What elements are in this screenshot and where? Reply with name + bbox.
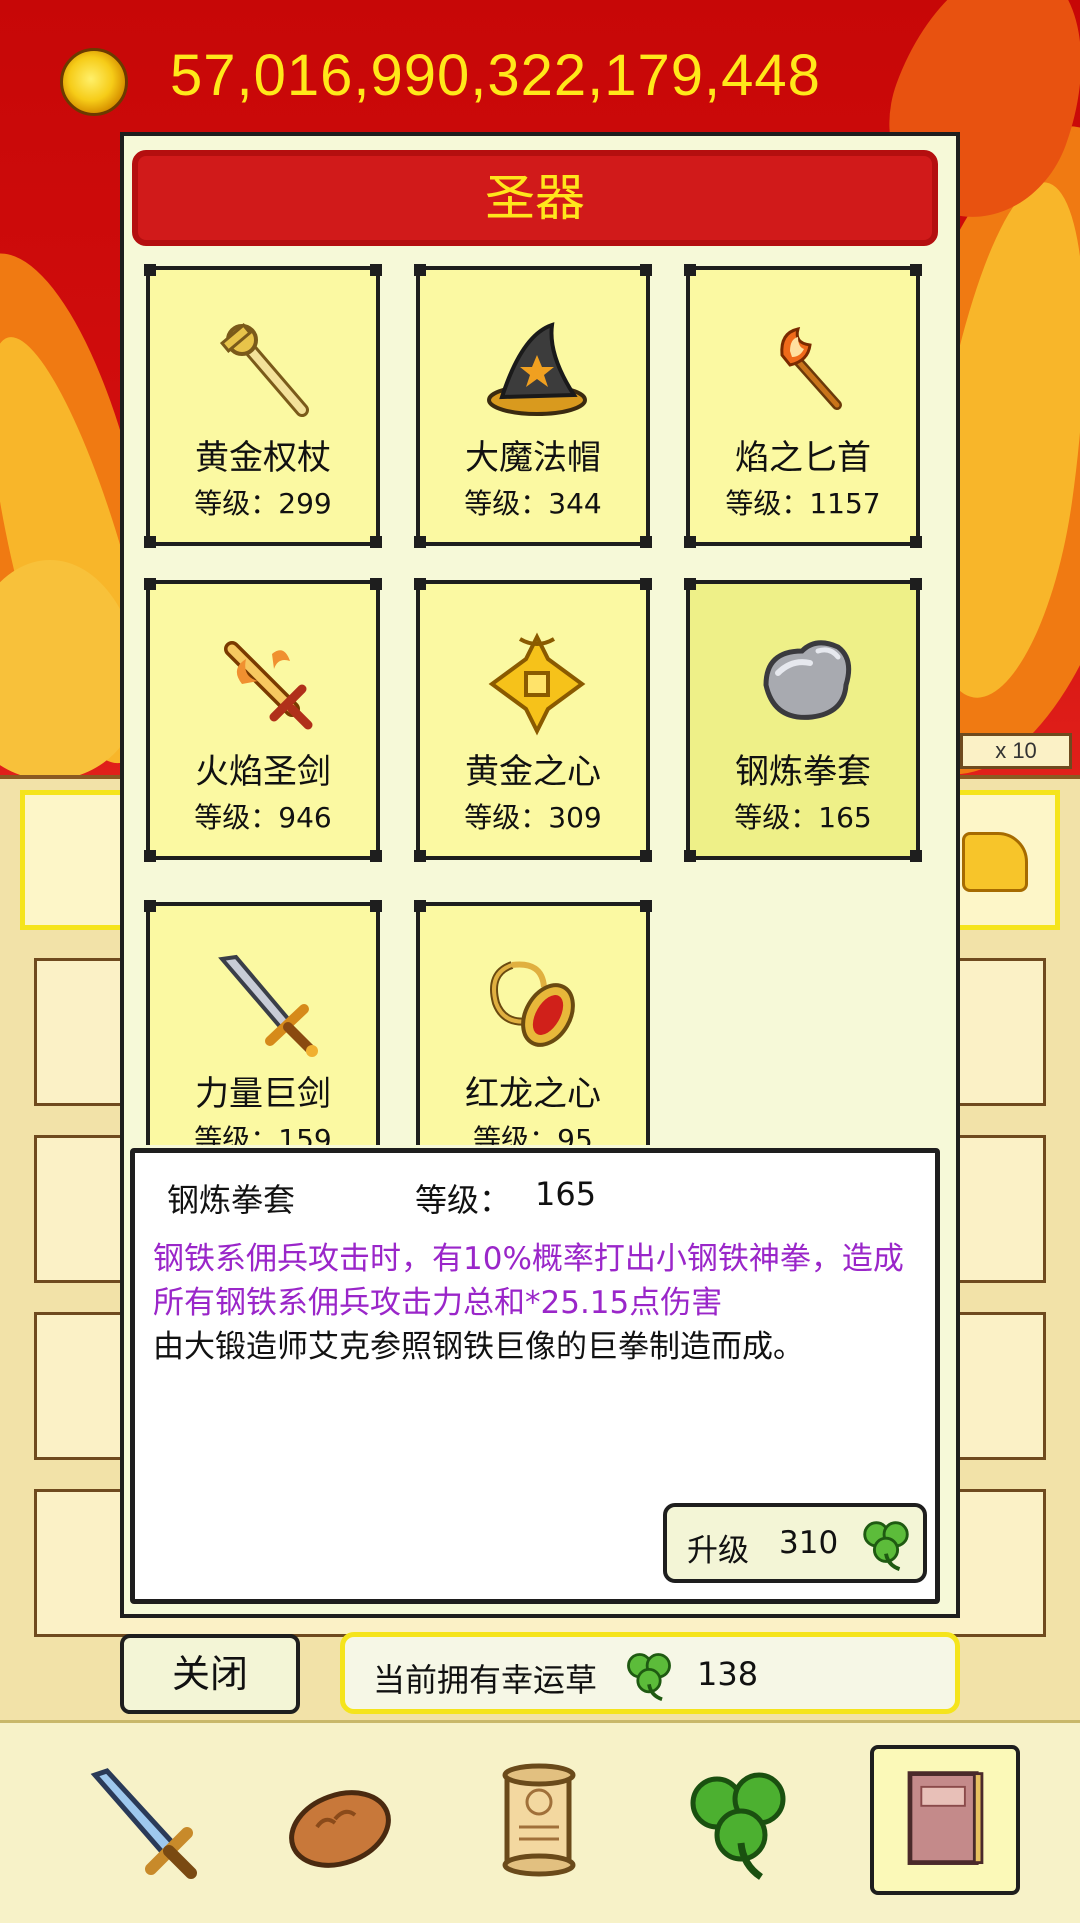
artifact-card[interactable]: 黄金之心 等级：309 bbox=[414, 578, 652, 862]
card-corner-stud bbox=[414, 264, 426, 276]
artifact-name: 黄金权杖 bbox=[195, 438, 331, 478]
artifact-card[interactable]: 火焰圣剑 等级：946 bbox=[144, 578, 382, 862]
upgrade-cost: 310 bbox=[779, 1525, 839, 1561]
artifact-card-selected[interactable]: 钢炼拳套 等级：165 bbox=[684, 578, 922, 862]
card-corner-stud bbox=[684, 578, 696, 590]
artifact-card[interactable]: 红龙之心 等级：95 bbox=[414, 900, 652, 1145]
power-greatsword-icon bbox=[218, 954, 318, 1057]
clover-count: 138 bbox=[697, 1655, 759, 1693]
card-corner-stud bbox=[144, 850, 156, 862]
golden-scepter-icon bbox=[219, 323, 309, 417]
golden-heart-icon bbox=[488, 632, 586, 736]
artifact-name: 红龙之心 bbox=[465, 1074, 601, 1114]
card-corner-stud bbox=[370, 536, 382, 548]
clover-icon bbox=[627, 1653, 671, 1702]
card-corner-stud bbox=[370, 264, 382, 276]
artifact-level: 等级：946 bbox=[194, 801, 332, 834]
clover-balance: 当前拥有幸运草 138 bbox=[340, 1632, 960, 1714]
artifact-card[interactable]: 焰之匕首 等级：1157 bbox=[684, 264, 922, 548]
red-dragon-heart-icon bbox=[490, 961, 575, 1047]
artifact-card[interactable]: 黄金权杖 等级：299 bbox=[144, 264, 382, 548]
steel-gauntlet-icon bbox=[763, 640, 852, 720]
card-corner-stud bbox=[370, 578, 382, 590]
clover-balance-label: 当前拥有幸运草 bbox=[373, 1661, 598, 1699]
clover-icon bbox=[863, 1521, 909, 1571]
card-corner-stud bbox=[370, 850, 382, 862]
close-button[interactable]: 关闭 bbox=[120, 1634, 300, 1714]
artifact-name: 黄金之心 bbox=[465, 752, 601, 792]
artifact-detail-box: 钢炼拳套 等级： 165 钢铁系佣兵攻击时，有10%概率打出小钢铁神拳，造成所有… bbox=[130, 1148, 940, 1604]
card-corner-stud bbox=[684, 850, 696, 862]
detail-lore: 由大锻造师艾克参照钢铁巨像的巨拳制造而成。 bbox=[153, 1329, 804, 1365]
wizard-hat-icon bbox=[487, 322, 587, 416]
card-corner-stud bbox=[414, 536, 426, 548]
artifact-card[interactable]: 力量巨剑 等级：159 bbox=[144, 900, 382, 1145]
artifact-name: 焰之匕首 bbox=[735, 438, 871, 478]
sword-icon bbox=[90, 1768, 197, 1879]
artifact-level: 等级：159 bbox=[194, 1123, 332, 1145]
card-corner-stud bbox=[910, 850, 922, 862]
artifact-level: 等级：309 bbox=[464, 801, 602, 834]
detail-level-value: 165 bbox=[535, 1175, 597, 1213]
artifact-level: 等级：344 bbox=[464, 487, 602, 520]
multiplier-badge: x 10 bbox=[960, 733, 1072, 769]
card-corner-stud bbox=[144, 536, 156, 548]
upgrade-label: 升级 bbox=[687, 1533, 749, 1569]
card-corner-stud bbox=[414, 850, 426, 862]
artifact-level: 等级：95 bbox=[473, 1123, 593, 1145]
card-corner-stud bbox=[640, 264, 652, 276]
flame-sword-icon bbox=[224, 641, 313, 730]
book-icon bbox=[907, 1771, 984, 1865]
scroll-icon bbox=[502, 1763, 576, 1877]
card-corner-stud bbox=[910, 578, 922, 590]
artifact-name: 火焰圣剑 bbox=[195, 752, 331, 792]
cheese-icon bbox=[962, 832, 1028, 892]
detail-effect: 钢铁系佣兵攻击时，有10%概率打出小钢铁神拳，造成所有钢铁系佣兵攻击力总和*25… bbox=[153, 1241, 904, 1321]
bottom-nav bbox=[0, 1720, 1080, 1923]
nav-tab-book[interactable] bbox=[870, 1745, 1020, 1895]
card-corner-stud bbox=[144, 578, 156, 590]
detail-level-label: 等级： bbox=[415, 1181, 512, 1219]
artifact-level: 等级：299 bbox=[194, 487, 332, 520]
card-corner-stud bbox=[640, 536, 652, 548]
card-corner-stud bbox=[144, 264, 156, 276]
artifact-name: 大魔法帽 bbox=[465, 438, 601, 478]
card-corner-stud bbox=[910, 536, 922, 548]
nav-tab-sword[interactable] bbox=[65, 1747, 215, 1897]
gold-coin-icon bbox=[60, 48, 128, 116]
nav-tab-clover[interactable] bbox=[665, 1747, 815, 1897]
bread-icon bbox=[289, 1790, 391, 1868]
artifact-name: 钢炼拳套 bbox=[735, 752, 871, 792]
card-corner-stud bbox=[684, 264, 696, 276]
coin-count: 57,016,990,322,179,448 bbox=[170, 43, 821, 108]
card-corner-stud bbox=[640, 850, 652, 862]
artifact-card[interactable]: 大魔法帽 等级：344 bbox=[414, 264, 652, 548]
card-corner-stud bbox=[414, 900, 426, 912]
detail-name: 钢炼拳套 bbox=[167, 1181, 296, 1219]
flame-dagger-icon bbox=[780, 326, 842, 410]
card-corner-stud bbox=[684, 536, 696, 548]
artifact-level: 等级：1157 bbox=[725, 487, 881, 520]
card-corner-stud bbox=[640, 578, 652, 590]
nav-tab-scroll[interactable] bbox=[465, 1747, 615, 1897]
card-corner-stud bbox=[144, 900, 156, 912]
card-corner-stud bbox=[910, 264, 922, 276]
artifact-name: 力量巨剑 bbox=[195, 1074, 331, 1114]
card-corner-stud bbox=[640, 900, 652, 912]
nav-tab-bread[interactable] bbox=[265, 1747, 415, 1897]
artifact-grid[interactable]: 黄金权杖 等级：299 大魔法帽 等级：344 焰之匕首 等级：1157 火焰圣… bbox=[140, 260, 940, 1145]
panel-title: 圣器 bbox=[132, 150, 938, 246]
clover-icon bbox=[690, 1772, 786, 1880]
card-corner-stud bbox=[370, 900, 382, 912]
card-corner-stud bbox=[414, 578, 426, 590]
upgrade-button[interactable]: 升级 310 bbox=[663, 1503, 927, 1583]
artifact-level: 等级：165 bbox=[734, 801, 872, 834]
